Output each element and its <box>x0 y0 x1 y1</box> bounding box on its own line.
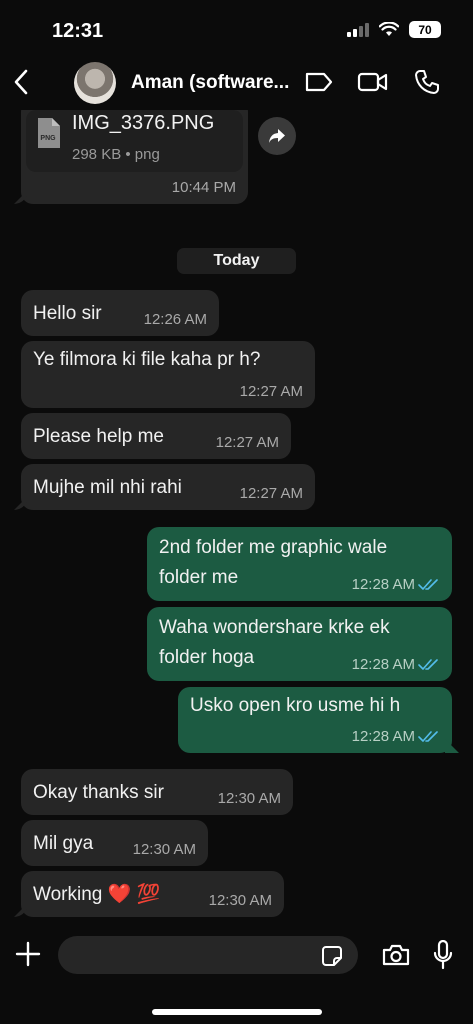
contact-name[interactable]: Aman (software... <box>131 72 289 94</box>
battery-icon: 70 <box>409 21 441 38</box>
back-button[interactable] <box>6 64 36 100</box>
sticker-icon <box>322 946 342 966</box>
message-bubble[interactable]: Mil gya 12:30 AM <box>21 820 208 866</box>
message-text: Usko open kro usme hi h <box>190 695 401 716</box>
chat-messages[interactable]: PNG IMG_3376.PNG 298 KB • png 10:44 PM T… <box>0 110 473 928</box>
back-icon <box>14 69 28 95</box>
message-bubble[interactable]: Hello sir 12:26 AM <box>21 290 219 336</box>
message-time: 12:26 AM <box>143 311 207 328</box>
sticker-button[interactable] <box>320 944 344 968</box>
video-call-button[interactable] <box>357 68 389 96</box>
message-time: 12:27 AM <box>215 434 279 451</box>
forward-icon <box>269 129 285 143</box>
date-label: Today <box>213 252 260 269</box>
message-time: 12:30 AM <box>208 892 272 909</box>
status-icons: 70 <box>347 21 441 38</box>
message-time: 12:28 AM <box>351 728 415 745</box>
message-bubble[interactable]: Waha wondershare krke ek folder hoga 12:… <box>147 607 452 681</box>
wifi-icon <box>379 22 399 36</box>
message-time: 12:30 AM <box>132 841 196 858</box>
camera-icon <box>382 944 410 966</box>
microphone-icon <box>433 940 453 970</box>
message-text: Ye filmora ki file kaha pr h? <box>33 349 261 370</box>
camera-button[interactable] <box>380 940 412 970</box>
avatar[interactable] <box>74 62 116 104</box>
message-bubble[interactable]: Mujhe mil nhi rahi 12:27 AM <box>21 464 315 510</box>
voice-call-button[interactable] <box>411 68 443 96</box>
message-status: 12:28 AM <box>352 577 440 593</box>
video-call-icon <box>357 72 388 92</box>
file-attachment[interactable]: PNG IMG_3376.PNG 298 KB • png <box>26 110 243 172</box>
message-status: 12:28 AM <box>352 657 440 673</box>
message-time: 12:27 AM <box>239 485 303 502</box>
message-bubble[interactable]: Working ❤️ 💯 12:30 AM <box>21 871 284 917</box>
message-time: 12:28 AM <box>351 656 415 673</box>
tag-icon <box>305 72 333 92</box>
message-time: 12:27 AM <box>239 383 303 400</box>
double-check-icon <box>418 659 438 670</box>
status-time: 12:31 <box>52 20 104 42</box>
status-bar: 12:31 70 <box>0 0 473 54</box>
file-name: IMG_3376.PNG <box>72 112 215 134</box>
file-message[interactable]: PNG IMG_3376.PNG 298 KB • png 10:44 PM <box>21 110 248 204</box>
phone-icon <box>415 70 439 94</box>
home-indicator[interactable] <box>152 1009 322 1015</box>
message-bubble[interactable]: 2nd folder me graphic wale folder me 12:… <box>147 527 452 601</box>
message-time: 10:44 PM <box>171 179 236 196</box>
message-time: 12:30 AM <box>217 790 281 807</box>
plus-icon <box>15 941 41 967</box>
message-status: 12:28 AM <box>352 729 440 745</box>
voice-message-button[interactable] <box>429 938 457 972</box>
message-time: 12:28 AM <box>351 576 415 593</box>
forward-button[interactable] <box>258 117 296 155</box>
message-text: 2nd folder me graphic wale <box>159 537 388 558</box>
signal-icon <box>347 22 369 37</box>
message-bubble[interactable]: Usko open kro usme hi h 12:28 AM <box>178 687 452 753</box>
message-input[interactable] <box>58 936 358 974</box>
chat-header: Aman (software... <box>0 54 473 110</box>
message-composer <box>0 928 473 1024</box>
attach-button[interactable] <box>12 938 44 970</box>
battery-level: 70 <box>418 22 432 37</box>
png-file-icon: PNG <box>38 118 60 148</box>
message-bubble[interactable]: Please help me 12:27 AM <box>21 413 291 459</box>
file-meta: 298 KB • png <box>72 146 160 163</box>
label-button[interactable] <box>303 68 335 96</box>
message-bubble[interactable]: Ye filmora ki file kaha pr h? 12:27 AM <box>21 341 315 408</box>
double-check-icon <box>418 579 438 590</box>
double-check-icon <box>418 731 438 742</box>
file-type-label: PNG <box>40 135 56 142</box>
message-bubble[interactable]: Okay thanks sir 12:30 AM <box>21 769 293 815</box>
message-text: Waha wondershare krke ek <box>159 617 390 638</box>
date-separator: Today <box>177 248 296 274</box>
